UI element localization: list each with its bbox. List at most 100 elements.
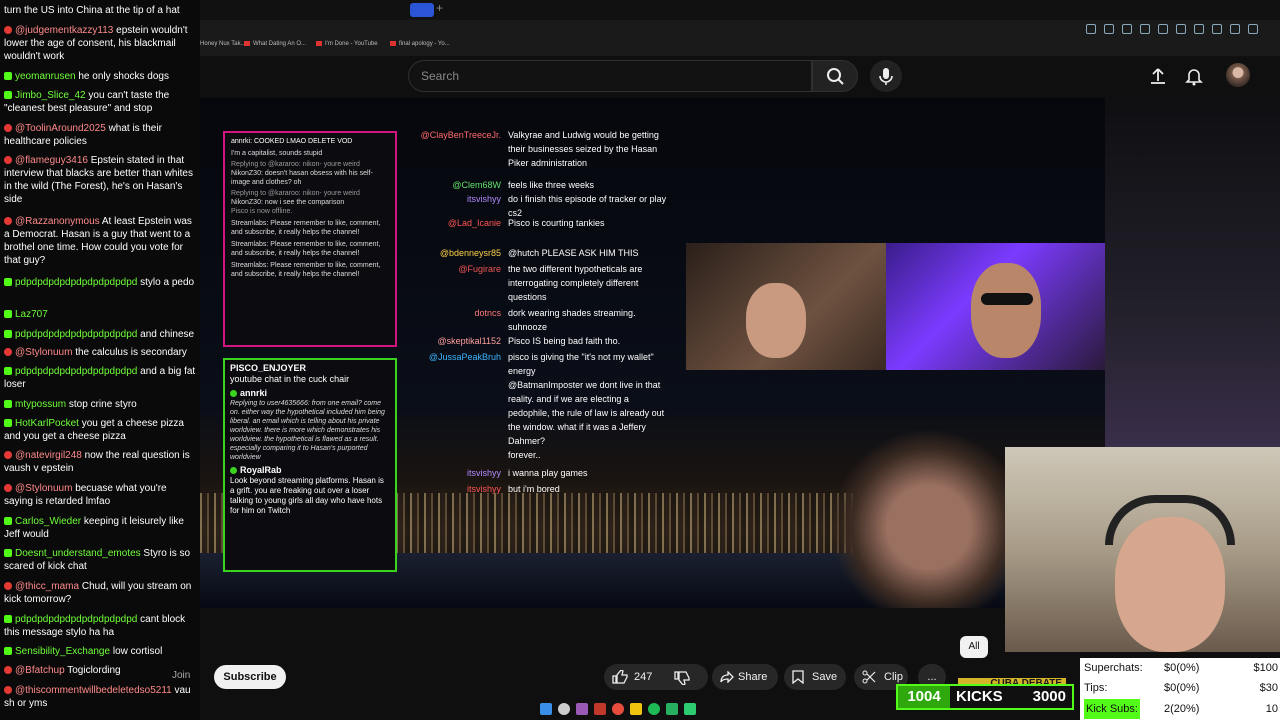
chat-username[interactable]: pdpdpdpdpdpdpdpdpdpdpd xyxy=(15,329,137,340)
extension-icon[interactable] xyxy=(1122,24,1132,34)
overlay-line: NikonZ30: now i see the comparison xyxy=(231,199,345,206)
extension-icon[interactable] xyxy=(1086,24,1096,34)
extension-icon[interactable] xyxy=(1194,24,1204,34)
bookmark-item[interactable]: What Dating An O... xyxy=(244,41,306,47)
bookmark-item[interactable]: I'm Done - YouTube xyxy=(316,41,378,47)
stream-chat-text: @BatmanImposter we dont live in that rea… xyxy=(508,380,665,446)
browser-tab-active[interactable] xyxy=(410,3,434,17)
chat-username[interactable]: @Razzanonymous xyxy=(15,216,100,227)
chat-username[interactable]: Carlos_Wieder xyxy=(15,516,81,527)
filter-chip-all[interactable]: All xyxy=(960,636,988,658)
xbox-icon[interactable] xyxy=(666,703,678,715)
chat-username[interactable]: @ToolinAround2025 xyxy=(15,123,106,134)
chat-username[interactable]: pdpdpdpdpdpdpdpdpdpdpd xyxy=(15,366,137,377)
chat-text: and chinese xyxy=(140,329,195,340)
extension-icon[interactable] xyxy=(1230,24,1240,34)
search-taskbar-icon[interactable] xyxy=(558,703,570,715)
search-button[interactable] xyxy=(812,60,858,92)
spotify-icon[interactable] xyxy=(648,703,660,715)
overlay-title: annrki: COOKED LMAO DELETE VOD xyxy=(231,138,353,145)
kick-icon xyxy=(4,91,12,99)
extension-icon[interactable] xyxy=(1140,24,1150,34)
voice-search-button[interactable] xyxy=(870,60,902,92)
kick-icon xyxy=(4,615,12,623)
kick-icon xyxy=(4,72,12,80)
extension-icon[interactable] xyxy=(1158,24,1168,34)
upload-icon[interactable] xyxy=(1148,66,1168,86)
save-button[interactable]: Save xyxy=(784,664,846,690)
thumbs-up-icon[interactable] xyxy=(612,670,628,684)
overlay-username: annrki xyxy=(230,388,390,399)
chat-username[interactable]: mtypossum xyxy=(15,399,66,410)
chat-text: the calculus is secondary xyxy=(75,347,187,358)
superchats-row: Superchats: $0(0%) $100 xyxy=(1084,658,1280,678)
browser-icon[interactable] xyxy=(612,703,624,715)
account-avatar[interactable] xyxy=(1226,63,1250,87)
youtube-icon xyxy=(4,666,12,674)
thumbs-down-icon[interactable] xyxy=(674,671,690,685)
chat-username[interactable]: @Bfatchup xyxy=(15,665,65,676)
stream-chat-text: dork wearing shades streaming. suhnooze xyxy=(508,308,636,332)
stream-chat-text: pisco is giving the "it's not my wallet"… xyxy=(508,352,654,376)
overlay-chat-box-pink: annrki: COOKED LMAO DELETE VOD I'm a cap… xyxy=(223,131,397,347)
chat-message: @natevirgil248 now the real question is … xyxy=(4,449,196,475)
share-button[interactable]: Share xyxy=(712,664,778,690)
app-icon[interactable] xyxy=(594,703,606,715)
bookmark-item[interactable]: final apology - Yo... xyxy=(390,41,450,47)
chat-username[interactable]: yeomanrusen xyxy=(15,71,76,82)
notifications-bell-icon[interactable] xyxy=(1184,66,1204,86)
join-button[interactable]: Join xyxy=(172,670,190,681)
microphone-icon xyxy=(879,68,893,85)
extension-icon[interactable] xyxy=(1176,24,1186,34)
file-explorer-icon[interactable] xyxy=(630,703,642,715)
extension-icon[interactable] xyxy=(1104,24,1114,34)
chat-username[interactable]: pdpdpdpdpdpdpdpdpdpdpd xyxy=(15,614,137,625)
chat-message: Sensibility_Exchange low cortisol xyxy=(4,645,196,658)
chat-message: @Stylonuum the calculus is secondary xyxy=(4,346,196,359)
chat-message: @Razzanonymous At least Epstein was a De… xyxy=(4,215,196,267)
chat-username[interactable]: @thiscommentwillbedeletedso5211 xyxy=(15,685,172,696)
chat-username[interactable]: pdpdpdpdpdpdpdpdpdpdpd xyxy=(15,277,137,288)
webcam-guest-2 xyxy=(886,243,1105,370)
extension-icon[interactable] xyxy=(1212,24,1222,34)
chat-username[interactable]: Sensibility_Exchange xyxy=(15,646,110,657)
windows-start-icon[interactable] xyxy=(540,703,552,715)
app-icon[interactable] xyxy=(684,703,696,715)
tips-goal: $30 xyxy=(1259,682,1278,694)
search-input[interactable] xyxy=(409,61,811,91)
kick-icon xyxy=(4,367,12,375)
chat-username[interactable]: @thicc_mama xyxy=(15,581,79,592)
tab-strip: + xyxy=(200,0,1280,20)
chat-username[interactable]: HotKarlPocket xyxy=(15,418,79,429)
share-icon xyxy=(720,671,734,683)
browser-extension-icons xyxy=(1086,24,1276,34)
kicksubs-goal: 10 xyxy=(1265,703,1278,715)
extension-icon[interactable] xyxy=(1248,24,1258,34)
youtube-icon xyxy=(4,26,12,34)
chat-username[interactable]: Doesnt_understand_emotes xyxy=(15,548,141,559)
chat-username[interactable]: @flameguy3416 xyxy=(15,155,88,166)
kick-icon xyxy=(4,549,12,557)
chat-username[interactable]: @natevirgil248 xyxy=(15,450,82,461)
stream-chat-username: itsvishyy xyxy=(466,484,501,494)
bookmark-icon xyxy=(792,670,804,684)
chat-username[interactable]: @Stylonuum xyxy=(15,347,72,358)
bookmark-item[interactable]: Honey Nux Tak... xyxy=(200,41,246,47)
stream-chat-overlay: @ClayBenTreeceJr. Valkyrae and Ludwig wou… xyxy=(405,126,670,498)
superchats-value: $0(0%) xyxy=(1164,662,1200,674)
chat-message: pdpdpdpdpdpdpdpdpdpdpd stylo a pedo xyxy=(4,276,196,289)
chat-message: Laz707 xyxy=(4,308,196,321)
chat-username[interactable]: Jimbo_Slice_42 xyxy=(15,90,86,101)
stream-chat-username: @Lad_Icanie xyxy=(447,218,501,228)
subscribe-button[interactable]: Subscribe xyxy=(214,665,286,689)
chat-username[interactable]: @Stylonuum xyxy=(15,483,72,494)
chat-text: low cortisol xyxy=(112,646,163,657)
like-dislike-group: 247 xyxy=(604,664,708,690)
new-tab-button[interactable]: + xyxy=(436,1,443,15)
app-icon[interactable] xyxy=(576,703,588,715)
chat-username[interactable]: Laz707 xyxy=(15,309,48,320)
chat-text: he only shocks dogs xyxy=(78,71,169,82)
youtube-icon xyxy=(4,451,12,459)
chat-username[interactable]: @judgementkazzy113 xyxy=(15,25,113,36)
stream-chat-text: @hutch PLEASE ASK HIM THIS xyxy=(508,248,639,258)
